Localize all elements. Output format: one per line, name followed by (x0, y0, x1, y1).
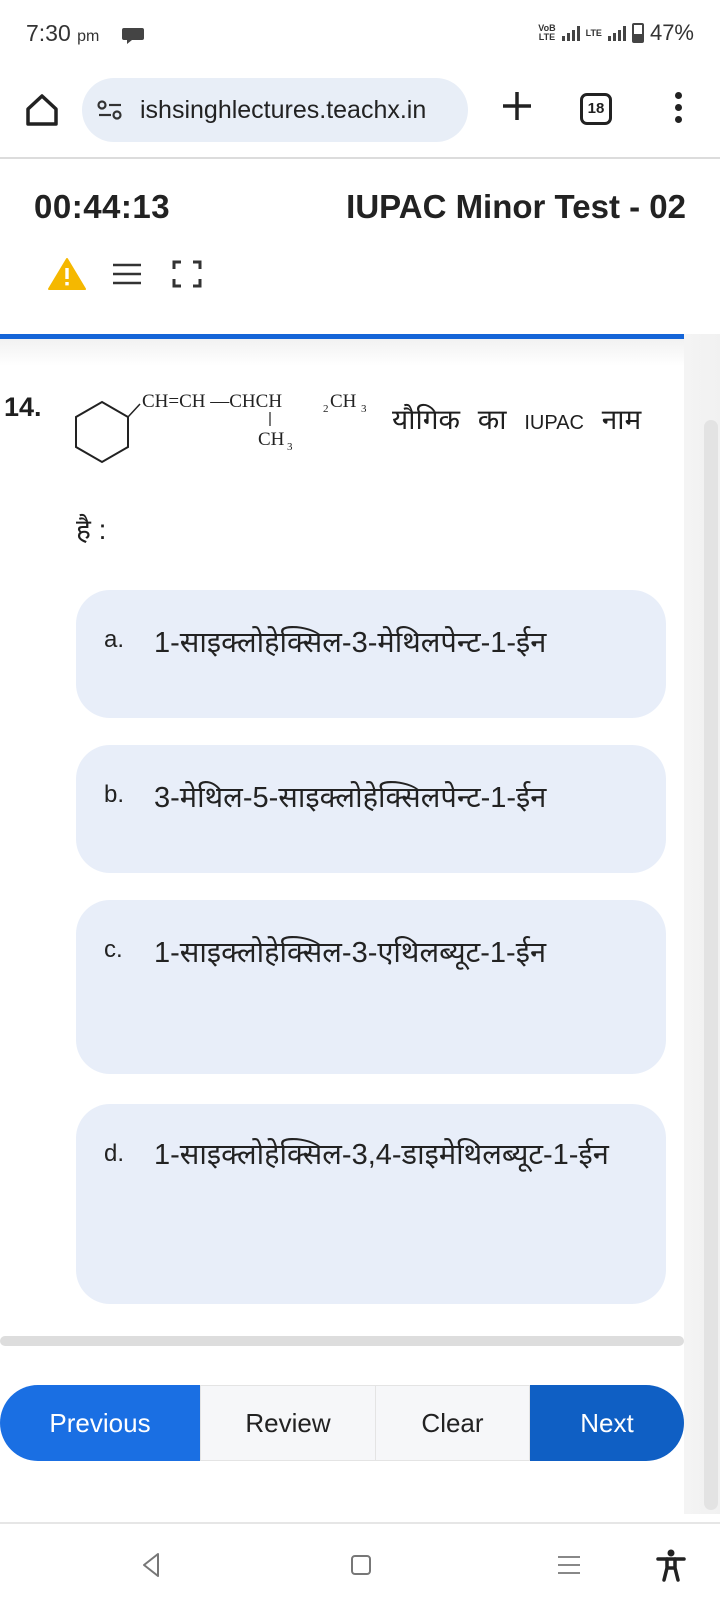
system-nav-bar (0, 1528, 720, 1600)
recents-icon[interactable] (552, 1548, 586, 1582)
test-tools (48, 256, 206, 292)
more-icon[interactable] (668, 92, 688, 128)
question-text-line2: है : (76, 514, 107, 545)
signal-icon-2 (607, 25, 626, 41)
lte-label: LTE (585, 27, 602, 38)
status-bar: 7:30 pm VoB LTE LTE 47% (0, 0, 720, 70)
next-button[interactable]: Next (530, 1385, 684, 1461)
home-icon[interactable] (22, 90, 62, 130)
option-text: 1-साइक्लोहेक्सिल-3,4-डाइमेथिलब्यूट-1-ईन (154, 1139, 609, 1171)
system-nav-divider (0, 1522, 720, 1524)
option-text: 1-साइक्लोहेक्सिल-3-एथिलब्यूट-1-ईन (154, 937, 547, 969)
signal-icon (561, 25, 580, 41)
option-text: 1-साइक्लोहेक्सिल-3-मेथिलपेन्ट-1-ईन (154, 627, 547, 659)
option-c[interactable]: c. 1-साइक्लोहेक्सिल-3-एथिलब्यूट-1-ईन (76, 900, 666, 1074)
accessibility-icon[interactable] (654, 1548, 688, 1582)
review-button[interactable]: Review (200, 1385, 376, 1461)
address-bar[interactable]: ishsinghlectures.teachx.in (82, 78, 468, 142)
tabs-icon[interactable]: 18 (580, 93, 612, 125)
warning-icon[interactable] (48, 257, 86, 291)
option-letter: b. (104, 781, 125, 808)
svg-text:3: 3 (361, 403, 367, 415)
status-ampm: pm (77, 28, 100, 45)
test-title: IUPAC Minor Test - 02 (346, 188, 686, 225)
question-nav: Previous Review Clear Next (0, 1385, 684, 1461)
option-text: 3-मेथिल-5-साइक्लोहेक्सिलपेन्ट-1-ईन (154, 782, 547, 814)
svg-text:3: 3 (287, 441, 293, 453)
volte-label: VoB LTE (538, 23, 556, 42)
svg-text:CH: CH (258, 429, 285, 450)
option-letter: d. (104, 1140, 125, 1167)
question-number: 14. (4, 392, 42, 422)
option-letter: a. (104, 626, 125, 653)
option-b[interactable]: b. 3-मेथिल-5-साइक्लोहेक्सिलपेन्ट-1-ईन (76, 745, 666, 873)
site-info-icon[interactable] (96, 98, 124, 122)
chat-icon (122, 28, 144, 44)
status-time: 7:30 pm (26, 20, 99, 47)
clear-button[interactable]: Clear (376, 1385, 530, 1461)
back-icon[interactable] (134, 1548, 168, 1582)
url-text[interactable]: ishsinghlectures.teachx.in (140, 96, 460, 125)
horizontal-scrollbar[interactable] (0, 1336, 684, 1346)
previous-button[interactable]: Previous (0, 1385, 200, 1461)
toolbar-divider (0, 157, 720, 159)
header-shadow (0, 336, 684, 366)
svg-text:CH: CH (330, 391, 357, 412)
plus-icon (503, 92, 531, 120)
svg-text:CH=CH —CHCH: CH=CH —CHCH (142, 391, 282, 412)
option-a[interactable]: a. 1-साइक्लोहेक्सिल-3-मेथिलपेन्ट-1-ईन (76, 590, 666, 718)
battery-percent: 47% (649, 20, 694, 45)
new-tab-button[interactable] (495, 84, 539, 128)
browser-toolbar: ishsinghlectures.teachx.in 18 (0, 72, 720, 156)
fullscreen-icon[interactable] (168, 257, 206, 291)
option-d[interactable]: d. 1-साइक्लोहेक्सिल-3,4-डाइमेथिलब्यूट-1-… (76, 1104, 666, 1304)
progress-line (0, 334, 684, 339)
status-right: VoB LTE LTE 47% (538, 20, 694, 46)
svg-text:2: 2 (323, 403, 329, 415)
chemical-structure: CH=CH —CHCH 2 CH 3 CH 3 (75, 391, 367, 464)
status-time-value: 7:30 (26, 20, 71, 46)
timer: 00:44:13 (34, 188, 171, 225)
option-letter: c. (104, 936, 123, 963)
battery-icon (631, 23, 644, 43)
list-icon[interactable] (108, 257, 146, 291)
home-nav-icon[interactable] (344, 1548, 378, 1582)
question-text-line1: यौगिक का IUPAC नाम (392, 404, 642, 435)
vertical-scrollbar[interactable] (704, 420, 718, 1510)
